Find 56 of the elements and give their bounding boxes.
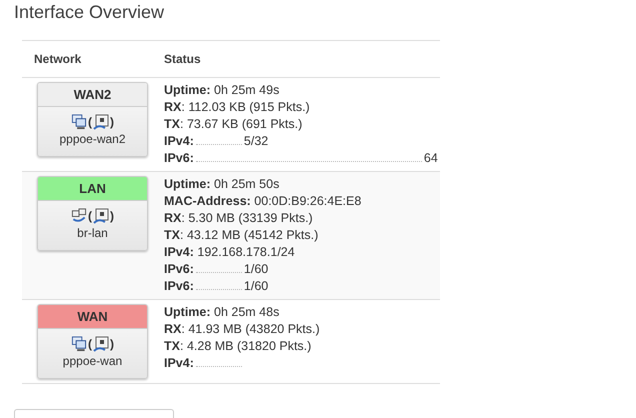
masked-area (196, 364, 242, 367)
port-icon (93, 208, 109, 224)
status-label: RX: (164, 211, 185, 225)
status-value: 1/60 (244, 279, 268, 293)
status-label: IPv6: (164, 279, 194, 293)
status-value: 73.67 KB (691 Pkts.) (186, 117, 302, 131)
status-value: 0h 25m 49s (214, 83, 280, 97)
port-icon (93, 114, 109, 130)
status-value: 5.30 MB (33139 Pkts.) (188, 211, 313, 225)
bracket: ( (88, 208, 92, 224)
status-label: TX: (164, 117, 184, 131)
status-label: IPv6: (164, 151, 194, 165)
status-label: TX: (164, 228, 184, 242)
status-value: 0h 25m 48s (214, 305, 280, 319)
status-value: 00:0D:B9:26:4E:E8 (254, 194, 362, 208)
column-header: Status (164, 51, 201, 68)
device-icon (71, 208, 87, 224)
status-value: 192.168.178.1/24 (197, 245, 295, 259)
device-icon (71, 336, 87, 352)
status-value: 0h 25m 50s (214, 177, 280, 191)
network-name: WAN (38, 305, 147, 329)
status-value: 1/60 (244, 262, 268, 276)
status-value: 64 (424, 151, 438, 165)
status-label: TX: (164, 339, 184, 353)
page-title: Interface Overview (14, 1, 166, 24)
status-label: RX: (164, 322, 185, 336)
status-label: IPv4: (164, 245, 194, 259)
status-label: Uptime: (164, 177, 211, 191)
status-value: 43.12 MB (45142 Pkts.) (186, 228, 318, 242)
bracket: ) (110, 208, 114, 224)
bracket: ) (110, 336, 114, 352)
device-name: pppoe-wan (62, 353, 124, 370)
masked-area (196, 270, 242, 273)
bracket: ( (88, 114, 92, 130)
status-label: IPv6: (164, 262, 194, 276)
device-name: br-lan (76, 225, 109, 242)
status-value: 41.93 MB (43820 Pkts.) (188, 322, 320, 336)
status-value: 112.03 KB (915 Pkts.) (188, 100, 310, 114)
status-label: Uptime: (164, 305, 211, 319)
device-name: pppoe-wan2 (58, 131, 127, 148)
column-header: Network (33, 51, 82, 68)
status-label: RX: (164, 100, 185, 114)
port-icon (93, 336, 109, 352)
masked-area (196, 287, 242, 290)
masked-area (196, 142, 242, 145)
network-name: LAN (38, 177, 147, 201)
status-value: 4.28 MB (31820 Pkts.) (186, 339, 312, 353)
status-label: IPv4: (164, 356, 194, 370)
device-icon (71, 114, 87, 130)
status-label: MAC-Address: (164, 194, 251, 208)
bracket: ( (88, 336, 92, 352)
network-name: WAN2 (38, 83, 147, 107)
status-label: IPv4: (164, 134, 194, 148)
status-value: 5/32 (244, 134, 268, 148)
status-label: Uptime: (164, 83, 211, 97)
bracket: ) (110, 114, 114, 130)
